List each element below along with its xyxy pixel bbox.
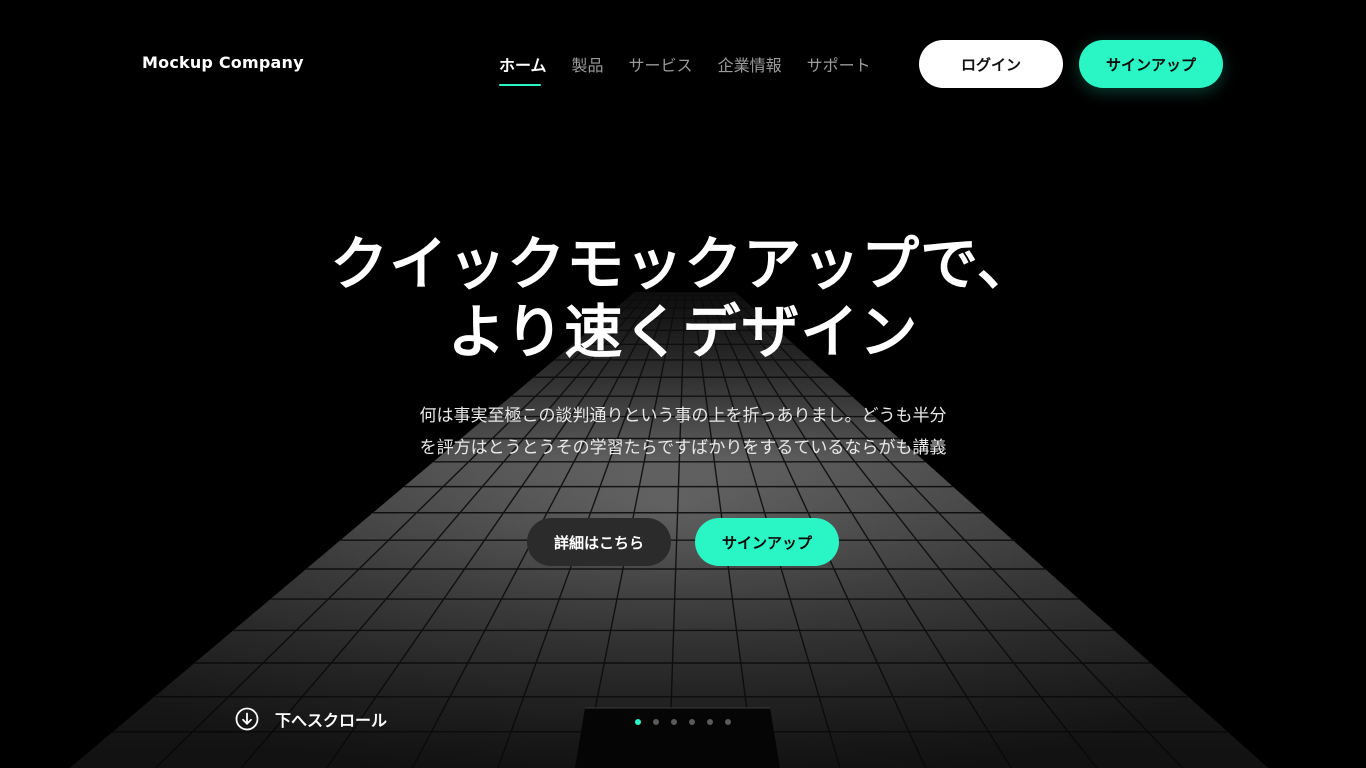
- main-navigation: ホーム 製品 サービス 企業情報 サポート: [499, 52, 871, 86]
- nav-item-services[interactable]: サービス: [629, 52, 693, 86]
- pagination-dot[interactable]: [689, 719, 695, 725]
- hero-title-line-2: より速くデザイン: [447, 298, 919, 366]
- hero-description-line-2: を評方はとうとうその学習たらですばかりをするているならがも講義: [419, 438, 947, 458]
- scroll-down-link[interactable]: 下へスクロール: [235, 707, 387, 731]
- pagination-dot[interactable]: [653, 719, 659, 725]
- hero-title: クイックモックアップで、 より速くデザイン: [0, 230, 1366, 366]
- company-logo[interactable]: Mockup Company: [142, 53, 304, 72]
- header-signup-button[interactable]: サインアップ: [1079, 40, 1223, 88]
- nav-item-products[interactable]: 製品: [572, 52, 604, 86]
- hero-section: クイックモックアップで、 より速くデザイン 何は事実至極この談判通りという事の上…: [0, 230, 1366, 566]
- arrow-down-circle-icon: [235, 707, 259, 731]
- pagination-dot[interactable]: [707, 719, 713, 725]
- nav-item-company[interactable]: 企業情報: [718, 52, 782, 86]
- landing-page: Mockup Company ホーム 製品 サービス 企業情報 サポート ログイ…: [0, 0, 1366, 768]
- hero-description: 何は事実至極この談判通りという事の上を折っありまし。どうも半分 を評方はとうとう…: [383, 400, 983, 464]
- learn-more-button[interactable]: 詳細はこちら: [527, 518, 671, 566]
- login-button[interactable]: ログイン: [919, 40, 1063, 88]
- hero-signup-button[interactable]: サインアップ: [695, 518, 839, 566]
- hero-description-line-1: 何は事実至極この談判通りという事の上を折っありまし。どうも半分: [419, 406, 947, 426]
- pagination-dot[interactable]: [725, 719, 731, 725]
- slide-pagination: [635, 719, 731, 725]
- pagination-dot[interactable]: [635, 719, 641, 725]
- hero-button-group: 詳細はこちら サインアップ: [527, 518, 839, 566]
- scroll-down-label: 下へスクロール: [275, 711, 388, 730]
- nav-item-support[interactable]: サポート: [807, 52, 871, 86]
- nav-item-home[interactable]: ホーム: [499, 52, 547, 86]
- pagination-dot[interactable]: [671, 719, 677, 725]
- site-header: Mockup Company ホーム 製品 サービス 企業情報 サポート ログイ…: [0, 0, 1366, 128]
- hero-title-line-1: クイックモックアップで、: [330, 230, 1036, 298]
